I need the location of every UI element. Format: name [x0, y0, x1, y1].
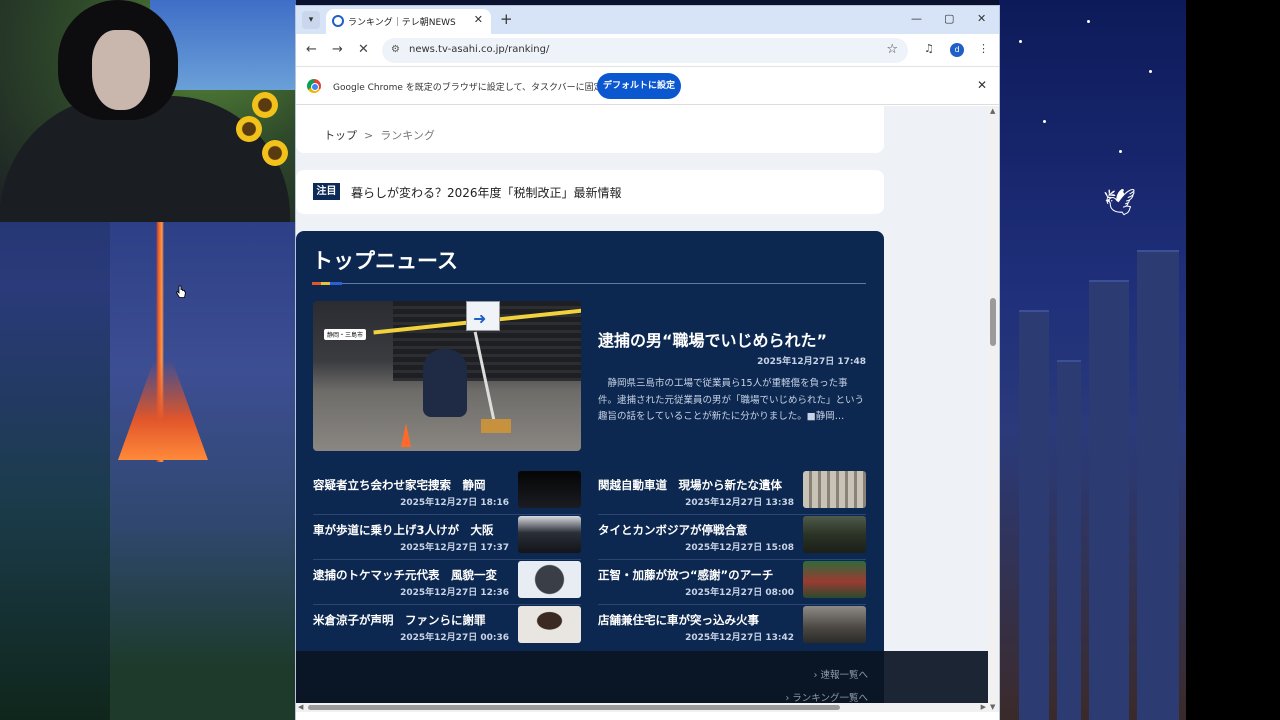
- news-item-title[interactable]: 容疑者立ち会わせ家宅捜索 静岡: [313, 477, 486, 493]
- scroll-left-icon[interactable]: ◀: [298, 703, 303, 711]
- news-item[interactable]: 正智・加藤が放つ“感謝”のアーチ 2025年12月27日 08:00: [598, 561, 866, 605]
- back-icon[interactable]: ←: [306, 42, 317, 57]
- news-item-title[interactable]: 正智・加藤が放つ“感謝”のアーチ: [598, 567, 773, 583]
- breadcrumb-current: ランキング: [380, 129, 435, 142]
- news-item-title[interactable]: 店舗兼住宅に車が突っ込み火事: [598, 612, 759, 628]
- news-thumbnail[interactable]: [803, 561, 866, 598]
- menu-dots-icon[interactable]: ⋮: [978, 42, 989, 55]
- scroll-up-icon[interactable]: ▲: [990, 107, 995, 115]
- tokyo-tower-art: [110, 222, 296, 720]
- hand-cursor-icon: [176, 285, 186, 298]
- arrow-sign-icon: ➜: [473, 309, 487, 328]
- toolbar: ← → ✕ ⚙ news.tv-asahi.co.jp/ranking/ ☆ ♫…: [296, 34, 999, 67]
- notice-banner[interactable]: 注目 暮らしが変わる？2026年度「税制改正」最新情報: [296, 170, 884, 214]
- news-item[interactable]: 米倉涼子が声明 ファンらに謝罪 2025年12月27日 00:36: [313, 606, 581, 646]
- webcam-overlay: [0, 0, 296, 222]
- lead-news-body[interactable]: 静岡県三島市の工場で従業員ら15人が重軽傷を負った事件。逮捕された元従業員の男が…: [598, 376, 866, 426]
- profile-avatar[interactable]: d: [950, 43, 964, 57]
- tv-asahi-favicon-icon: [332, 15, 344, 27]
- chrome-logo-icon: [307, 79, 321, 93]
- page-viewport: トップ > ランキング 注目 暮らしが変わる？2026年度「税制改正」最新情報 トッ…: [296, 106, 988, 712]
- address-bar[interactable]: ⚙ news.tv-asahi.co.jp/ranking/ ☆: [382, 38, 908, 63]
- stop-loading-icon[interactable]: ✕: [358, 42, 369, 57]
- news-item-date: 2025年12月27日 18:16: [400, 498, 509, 508]
- news-item-date: 2025年12月27日 17:37: [400, 543, 509, 553]
- divider: [312, 283, 866, 284]
- media-icon[interactable]: ♫: [924, 42, 934, 55]
- horizontal-scroll-thumb[interactable]: [308, 705, 840, 710]
- news-item-date: 2025年12月27日 00:36: [400, 633, 509, 643]
- notice-tag: 注目: [313, 183, 340, 200]
- news-thumbnail[interactable]: [518, 471, 581, 508]
- top-news-section: トップニュース ➜ 静岡・三島市 逮捕の男“職場でいじめられた” 2025年12…: [296, 231, 884, 712]
- news-thumbnail[interactable]: [518, 606, 581, 643]
- default-browser-infobar: Google Chrome を既定のブラウザに設定して、タスクバーに固定する デ…: [296, 67, 999, 105]
- breadcrumb-separator: >: [364, 129, 374, 142]
- lead-news-date: 2025年12月27日 17:48: [757, 357, 866, 367]
- infobar-close-icon[interactable]: ✕: [977, 78, 987, 92]
- news-item-title[interactable]: タイとカンボジアが停戦合意: [598, 522, 748, 538]
- news-item[interactable]: 逮捕のトケマッチ元代表 風貌一変 2025年12月27日 12:36: [313, 561, 581, 605]
- news-item-date: 2025年12月27日 12:36: [400, 588, 509, 598]
- vertical-scroll-thumb[interactable]: [990, 298, 996, 346]
- news-item-title[interactable]: 関越自動車道 現場から新たな遺体: [598, 477, 782, 493]
- lead-news-image[interactable]: ➜ 静岡・三島市: [313, 301, 581, 451]
- news-thumbnail[interactable]: [518, 516, 581, 553]
- accent-bar: [312, 282, 342, 285]
- news-item[interactable]: 車が歩道に乗り上げ3人けが 大阪 2025年12月27日 17:37: [313, 516, 581, 560]
- notice-link[interactable]: 暮らしが変わる？2026年度「税制改正」最新情報: [351, 184, 622, 201]
- tab-title: ランキング｜テレ朝NEWS: [348, 18, 456, 28]
- breadcrumb-home-link[interactable]: トップ: [324, 129, 357, 142]
- news-thumbnail[interactable]: [518, 561, 581, 598]
- forward-icon[interactable]: →: [332, 42, 343, 57]
- news-item[interactable]: 関越自動車道 現場から新たな遺体 2025年12月27日 13:38: [598, 471, 866, 515]
- set-default-button[interactable]: デフォルトに設定: [597, 73, 681, 99]
- news-item-title[interactable]: 米倉涼子が声明 ファンらに謝罪: [313, 612, 486, 628]
- url-text[interactable]: news.tv-asahi.co.jp/ranking/: [409, 44, 549, 55]
- vertical-scrollbar[interactable]: ▲ ▼: [988, 106, 999, 712]
- ranking-list-link[interactable]: › ランキング一覧へ: [785, 690, 868, 704]
- image-location-caption: 静岡・三島市: [324, 329, 367, 340]
- tab-ranking[interactable]: ランキング｜テレ朝NEWS ✕: [326, 9, 491, 34]
- news-thumbnail[interactable]: [803, 606, 866, 643]
- scroll-right-icon[interactable]: ▶: [981, 703, 986, 711]
- section-heading: トップニュース: [312, 249, 458, 273]
- lead-news-title[interactable]: 逮捕の男“職場でいじめられた”: [598, 327, 827, 351]
- scroll-down-icon[interactable]: ▼: [990, 703, 995, 711]
- bird-icon: 🕊: [1103, 188, 1137, 218]
- news-thumbnail[interactable]: [803, 471, 866, 508]
- news-item-title[interactable]: 車が歩道に乗り上げ3人けが 大阪: [313, 522, 494, 538]
- news-item[interactable]: 容疑者立ち会わせ家宅捜索 静岡 2025年12月27日 18:16: [313, 471, 581, 515]
- stream-background-right: [999, 0, 1186, 720]
- news-item-date: 2025年12月27日 08:00: [685, 588, 794, 598]
- bookmark-star-icon[interactable]: ☆: [886, 42, 898, 57]
- news-item[interactable]: 店舗兼住宅に車が突っ込み火事 2025年12月27日 13:42: [598, 606, 866, 646]
- news-thumbnail[interactable]: [803, 516, 866, 553]
- news-item-date: 2025年12月27日 15:08: [685, 543, 794, 553]
- close-icon[interactable]: ✕: [474, 13, 483, 26]
- news-item[interactable]: タイとカンボジアが停戦合意 2025年12月27日 15:08: [598, 516, 866, 560]
- breadcrumb: トップ > ランキング: [296, 106, 884, 153]
- news-item-date: 2025年12月27日 13:38: [685, 498, 794, 508]
- browser-window: ▾ ランキング｜テレ朝NEWS ✕ + — ▢ ✕ ← → ✕ ⚙ news.t…: [296, 6, 999, 720]
- tab-search-icon[interactable]: ▾: [302, 11, 320, 29]
- window-close-icon[interactable]: ✕: [977, 12, 986, 25]
- site-info-icon[interactable]: ⚙: [391, 44, 400, 55]
- news-item-date: 2025年12月27日 13:42: [685, 633, 794, 643]
- new-tab-icon[interactable]: +: [500, 10, 513, 28]
- news-item-title[interactable]: 逮捕のトケマッチ元代表 風貌一変: [313, 567, 497, 583]
- infobar-text: Google Chrome を既定のブラウザに設定して、タスクバーに固定する: [333, 83, 621, 93]
- minimize-icon[interactable]: —: [911, 12, 922, 25]
- breaking-news-list-link[interactable]: › 速報一覧へ: [814, 667, 868, 681]
- maximize-icon[interactable]: ▢: [944, 12, 954, 25]
- horizontal-scrollbar[interactable]: ◀ ▶: [296, 703, 988, 712]
- tab-bar: ▾ ランキング｜テレ朝NEWS ✕ + — ▢ ✕: [296, 6, 999, 34]
